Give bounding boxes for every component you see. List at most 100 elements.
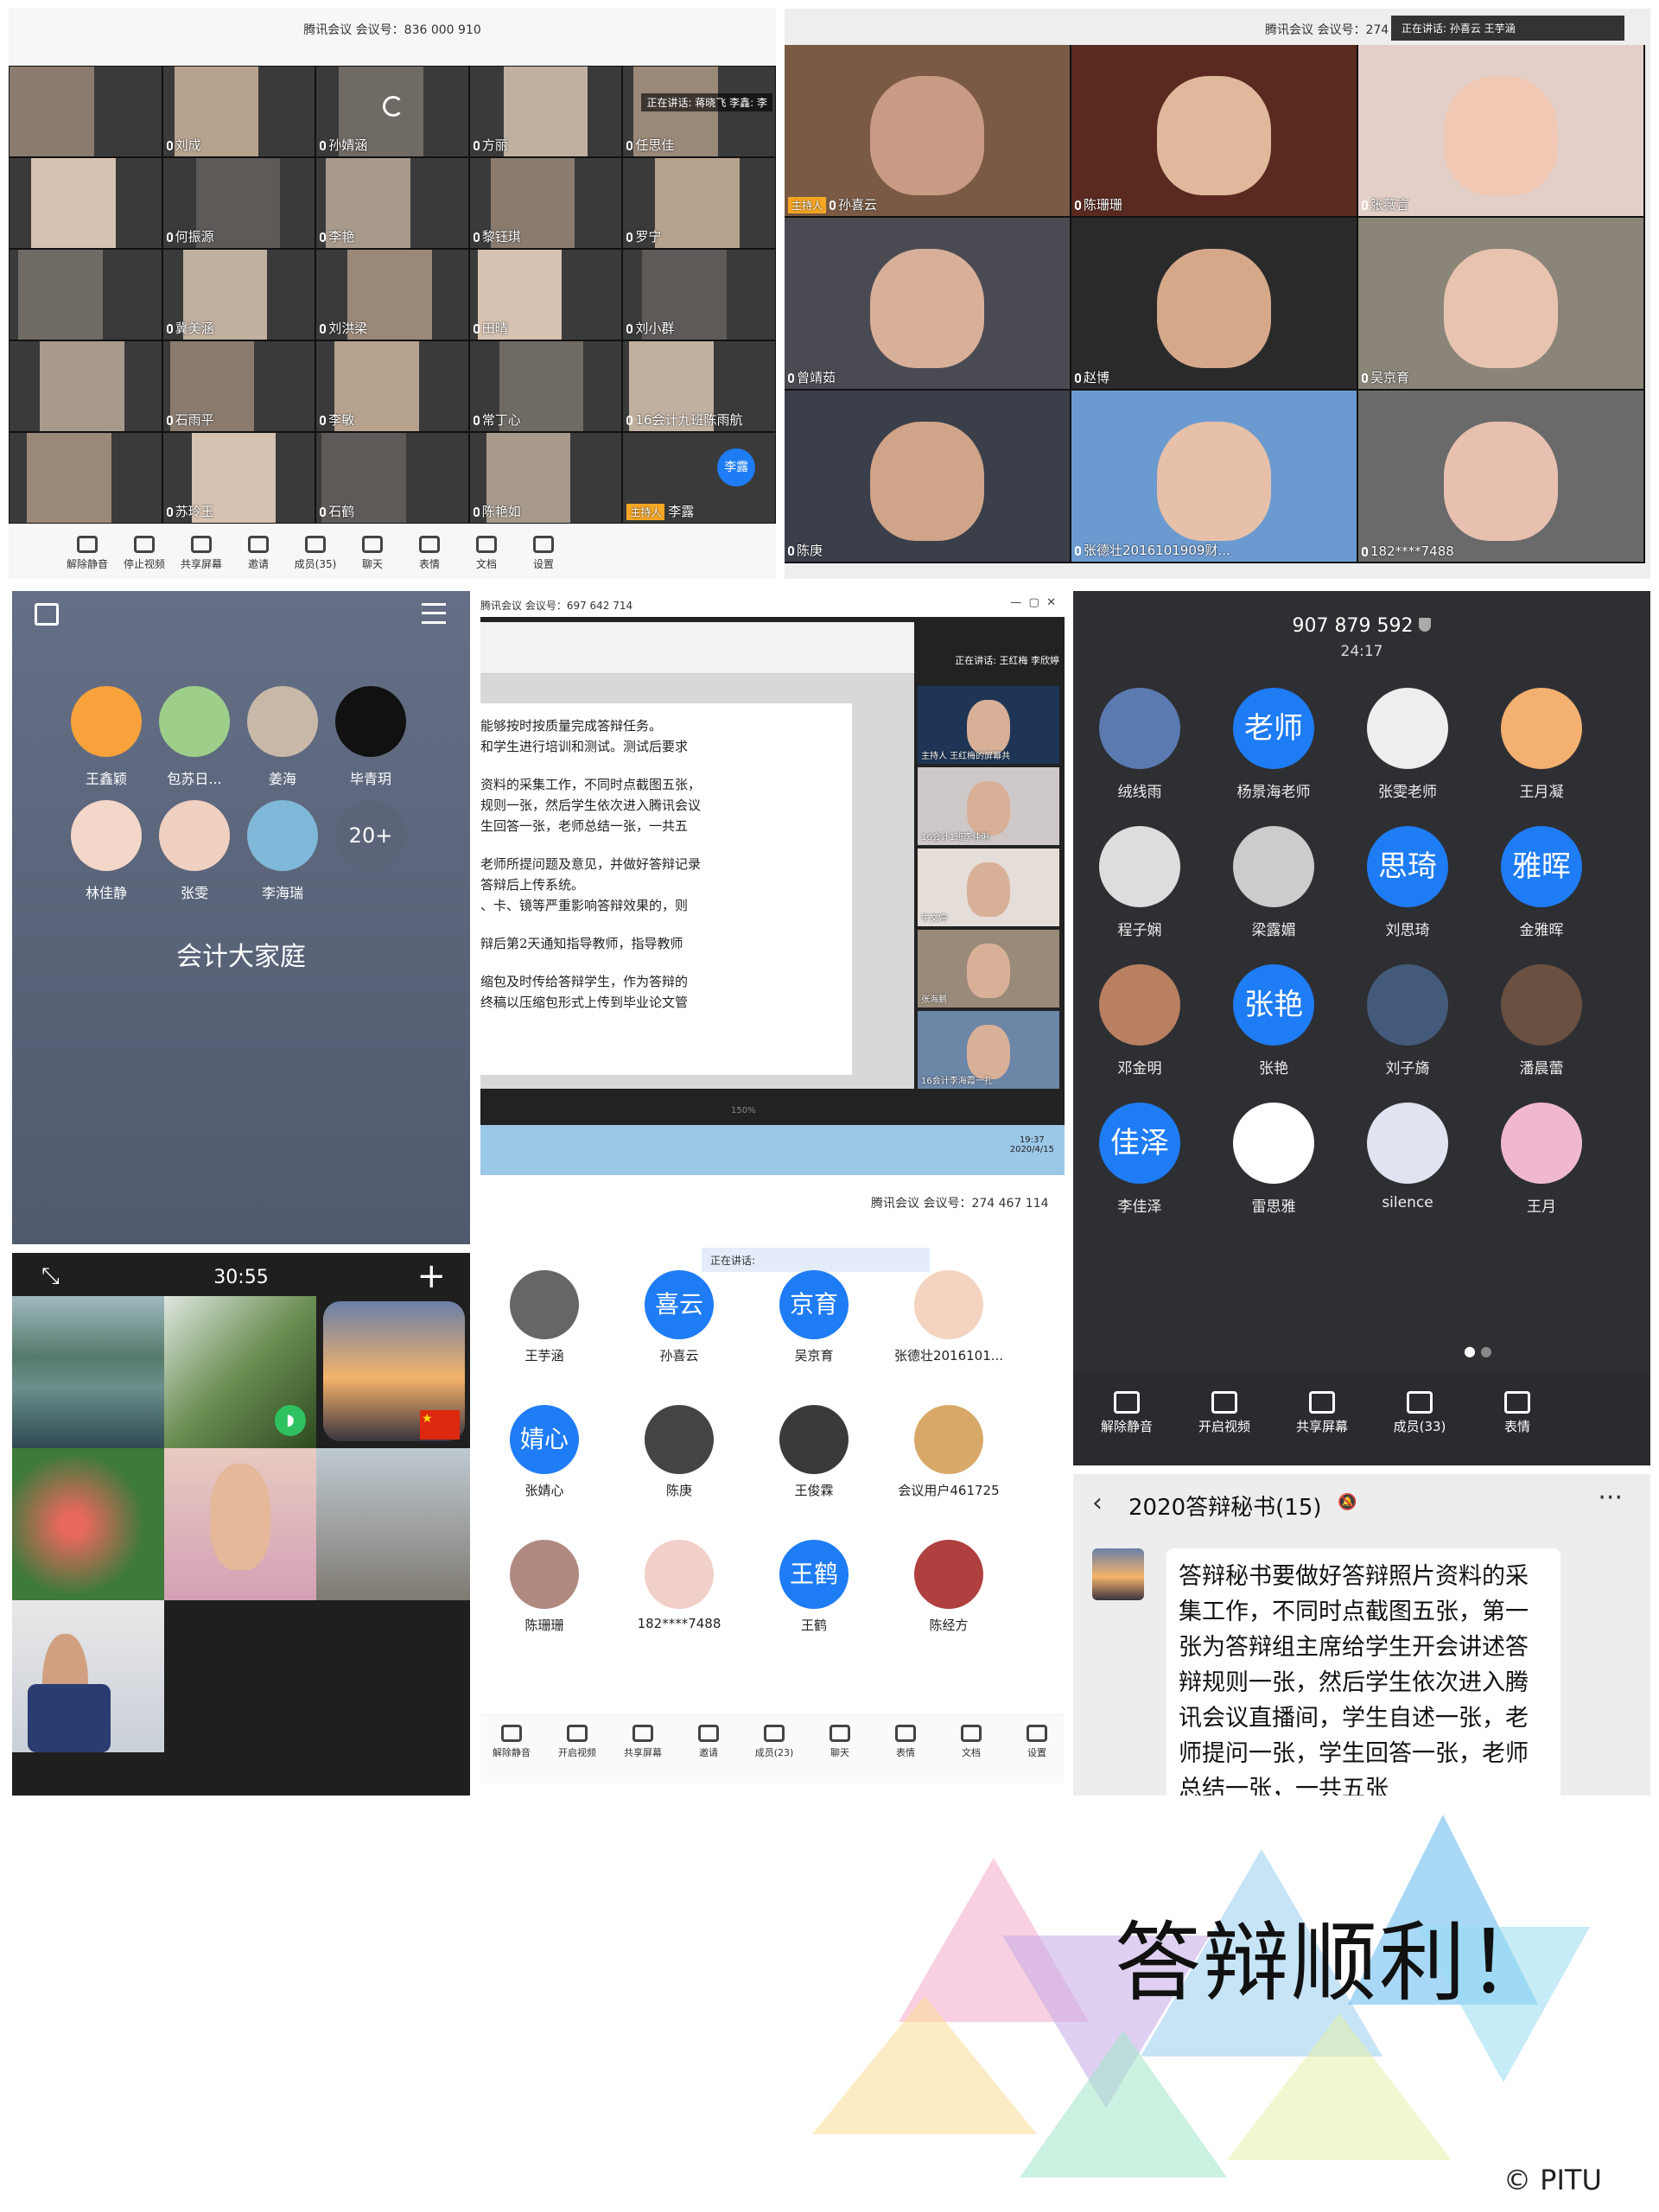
- member-avatar[interactable]: [1501, 964, 1582, 1046]
- video-tile[interactable]: 罗宁: [623, 158, 775, 248]
- member-avatar[interactable]: [779, 1405, 849, 1474]
- toolbar-button[interactable]: 聊天: [346, 536, 399, 571]
- video-tile[interactable]: 刘洪梁: [316, 250, 468, 340]
- video-tile[interactable]: 方丽: [469, 67, 622, 156]
- member-avatar[interactable]: 张艳: [1233, 964, 1314, 1046]
- video-tile[interactable]: 冀美涵: [162, 250, 315, 340]
- member-avatar[interactable]: [645, 1405, 714, 1474]
- member-avatar[interactable]: [335, 686, 406, 757]
- side-video-tile[interactable]: 16会计李海霞一孔: [918, 1011, 1059, 1089]
- member-avatar[interactable]: [1367, 1103, 1448, 1184]
- member-avatar[interactable]: [510, 1540, 579, 1609]
- member-avatar[interactable]: [1099, 964, 1180, 1046]
- toolbar-button[interactable]: 表情: [403, 536, 456, 571]
- member-avatar[interactable]: 老师: [1233, 688, 1314, 769]
- side-video-tile[interactable]: 16会计1班李佳俐: [918, 767, 1059, 845]
- video-tile[interactable]: 田晴: [469, 250, 622, 340]
- toolbar-button[interactable]: 解除静音: [480, 1725, 543, 1759]
- side-video-tile[interactable]: 张海鹏: [918, 930, 1059, 1007]
- toolbar-button[interactable]: 文档: [940, 1725, 1002, 1759]
- toolbar-button[interactable]: 邀请: [232, 536, 285, 571]
- member-avatar[interactable]: [1233, 1103, 1314, 1184]
- toolbar-button[interactable]: 解除静音: [60, 536, 114, 571]
- video-tile[interactable]: 苏玲玉: [162, 433, 315, 523]
- member-avatar[interactable]: [914, 1540, 983, 1609]
- toolbar-button[interactable]: 成员(35): [289, 536, 342, 571]
- member-avatar[interactable]: 雅晖: [1501, 826, 1582, 907]
- toolbar-button[interactable]: 设置: [1006, 1725, 1065, 1759]
- toolbar-button[interactable]: 设置: [517, 536, 570, 571]
- video-tile[interactable]: [10, 158, 162, 248]
- member-avatar[interactable]: 京育: [779, 1270, 849, 1339]
- toolbar-button[interactable]: 表情: [1474, 1391, 1560, 1435]
- member-avatar[interactable]: [510, 1270, 579, 1339]
- member-avatar[interactable]: [159, 800, 230, 871]
- video-tile[interactable]: 陈艳如: [469, 433, 622, 523]
- toolbar-button[interactable]: 开启视频: [546, 1725, 608, 1759]
- member-avatar[interactable]: [71, 686, 142, 757]
- video-tile[interactable]: 曾靖茹: [785, 218, 1070, 389]
- video-tile[interactable]: 陈珊珊: [1071, 45, 1357, 216]
- toolbar-button[interactable]: 共享屏幕: [175, 536, 228, 571]
- member-avatar[interactable]: [914, 1270, 983, 1339]
- member-avatar[interactable]: 思琦: [1367, 826, 1448, 907]
- toolbar-button[interactable]: 邀请: [677, 1725, 740, 1759]
- video-tile[interactable]: 张德壮2016101909财...: [1071, 391, 1357, 562]
- toolbar-button[interactable]: 停止视频: [118, 536, 171, 571]
- video-tile[interactable]: 石鹤: [316, 433, 468, 523]
- video-tile[interactable]: 张薇言: [1358, 45, 1643, 216]
- video-tile[interactable]: [10, 250, 162, 340]
- video-tile[interactable]: [10, 433, 162, 523]
- collapse-icon[interactable]: [35, 603, 59, 626]
- video-tile[interactable]: 李露 主持人 李露: [623, 433, 775, 523]
- member-avatar[interactable]: [1501, 688, 1582, 769]
- member-avatar[interactable]: 佳泽: [1099, 1103, 1180, 1184]
- video-tile[interactable]: 常丁心: [469, 341, 622, 431]
- video-tile[interactable]: 刘小群: [623, 250, 775, 340]
- video-tile[interactable]: 何振源: [162, 158, 315, 248]
- video-tile[interactable]: 刘成: [162, 67, 315, 156]
- member-avatar[interactable]: [71, 800, 142, 871]
- video-tile[interactable]: [10, 67, 162, 156]
- video-tile[interactable]: 陈庚: [785, 391, 1070, 562]
- video-tile[interactable]: 182****7488: [1358, 391, 1643, 562]
- toolbar-button[interactable]: 文档: [460, 536, 513, 571]
- video-tile[interactable]: 孙婧涵: [316, 67, 468, 156]
- add-icon[interactable]: +: [416, 1256, 446, 1296]
- member-avatar[interactable]: 王鹤: [779, 1540, 849, 1609]
- side-video-tile[interactable]: 牛文婷: [918, 849, 1059, 926]
- video-tile[interactable]: 主持人 孙喜云: [785, 45, 1070, 216]
- toolbar-button[interactable]: 共享屏幕: [612, 1725, 674, 1759]
- member-avatar[interactable]: [1501, 1103, 1582, 1184]
- window-controls[interactable]: — ▢ ✕: [1010, 596, 1056, 609]
- toolbar-button[interactable]: 成员(33): [1376, 1391, 1463, 1435]
- member-avatar[interactable]: [1233, 826, 1314, 907]
- video-tile[interactable]: [10, 341, 162, 431]
- member-avatar[interactable]: [1367, 688, 1448, 769]
- toolbar-button[interactable]: 成员(23): [743, 1725, 805, 1759]
- member-avatar[interactable]: 婧心: [510, 1405, 579, 1474]
- toolbar-button[interactable]: 解除静音: [1084, 1391, 1170, 1435]
- member-avatar[interactable]: [247, 686, 318, 757]
- member-avatar[interactable]: 喜云: [645, 1270, 714, 1339]
- side-video-tile[interactable]: 主持人 王红梅的屏幕共: [918, 686, 1059, 764]
- toolbar-button[interactable]: 开启视频: [1181, 1391, 1268, 1435]
- menu-icon[interactable]: [422, 603, 446, 624]
- toolbar-button[interactable]: 共享屏幕: [1279, 1391, 1365, 1435]
- video-tile[interactable]: 任思佳: [623, 67, 775, 156]
- video-tile[interactable]: 李敏: [316, 341, 468, 431]
- back-icon[interactable]: ‹: [1092, 1488, 1103, 1518]
- member-avatar[interactable]: [247, 800, 318, 871]
- video-tile[interactable]: 吴京育: [1358, 218, 1643, 389]
- video-tile[interactable]: 黎钰琪: [469, 158, 622, 248]
- member-avatar[interactable]: [1367, 964, 1448, 1046]
- video-tile[interactable]: 16会计九班陈雨航: [623, 341, 775, 431]
- video-tile[interactable]: 石雨平: [162, 341, 315, 431]
- toolbar-button[interactable]: 聊天: [809, 1725, 871, 1759]
- video-tile[interactable]: 李艳: [316, 158, 468, 248]
- member-avatar[interactable]: [159, 686, 230, 757]
- member-avatar[interactable]: [1099, 688, 1180, 769]
- member-avatar[interactable]: [914, 1405, 983, 1474]
- video-tile[interactable]: 赵博: [1071, 218, 1357, 389]
- toolbar-button[interactable]: 表情: [874, 1725, 937, 1759]
